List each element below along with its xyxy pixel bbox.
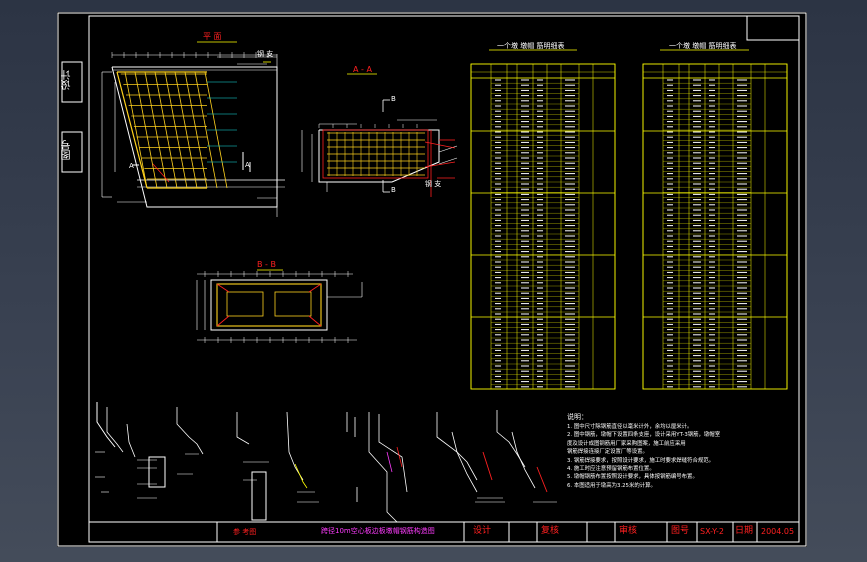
plan-section-mark-right: A (245, 161, 250, 169)
side-drawing-no-label: 图号 (62, 140, 73, 160)
rebar-line (216, 315, 230, 327)
review-label: 审核 (619, 526, 638, 536)
side-design-label: 设计 (62, 70, 73, 90)
section-aa-title: A - A (353, 65, 372, 74)
rebar-line (424, 161, 456, 168)
note-line: 1. 图中尺寸除钢筋直径以毫米计外，余均以厘米计。 (567, 424, 693, 430)
stirrup (216, 283, 322, 327)
design-label: 设计 (473, 526, 492, 536)
section-aa-pier-label: 钢 支 (425, 180, 442, 188)
note-line: 3. 钢筋焊接要求，按照设计要求，施工时要求焊缝符合规范。 (567, 457, 715, 464)
drawing-no-value: SX-Y-2 (700, 527, 725, 536)
rebar-line (164, 71, 188, 189)
note-line: 6. 本图适用于墩高为3.25米的计算。 (567, 482, 656, 489)
title-block-stamp: 参 考图 (233, 528, 257, 536)
drawing-no-label: 图号 (671, 526, 690, 536)
rebar-line (154, 71, 178, 189)
note-line: 度及设计成图钢筋用厂家采购图案，施工前应采用 (567, 440, 686, 447)
rebar-line (116, 71, 148, 189)
note-line: 钢筋焊接连接厂定设置厂等设置。 (567, 449, 648, 456)
note-line: 2. 图中钢筋，墩帽下设置四条支座，设计采用YT-3钢筋，墩帽室 (567, 432, 721, 439)
section-aa-mark-top: B (391, 95, 396, 103)
stirrup (274, 291, 312, 317)
rebar-details (95, 402, 557, 523)
note-line: 4. 施工时应注意预留钢筋布置位置。 (567, 466, 655, 473)
section-aa-mark-bottom: B (391, 186, 396, 194)
rebar-line (144, 71, 168, 189)
rebar-line (174, 71, 198, 189)
drawing-title: 跨径10m空心板边板墩帽钢筋构造图 (321, 527, 435, 535)
date-value: 2004.05 (761, 527, 795, 536)
table-left-title: 一个墩 墩帽 筋明细表 (497, 42, 565, 50)
rebar-line (424, 141, 456, 149)
plan-title: 平 面 (203, 32, 222, 41)
title-block-frame (88, 521, 800, 543)
rebar-line (184, 71, 208, 189)
stirrup (226, 291, 264, 317)
notes-block: 说明： 1. 图中尺寸除钢筋直径以毫米计外，余均以厘米计。 2. 图中钢筋，墩帽… (567, 414, 803, 489)
note-line: 5. 墩帽钢筋布置按照设计要求，具体按钢筋编号布置。 (567, 474, 698, 481)
section-bb-outline (210, 279, 328, 331)
rebar-line (308, 283, 322, 293)
rebar-line (308, 315, 322, 327)
section-aa-view (301, 73, 458, 197)
sheet-corner-box (746, 15, 800, 41)
plan-section-mark-top: A (129, 162, 134, 170)
plan-view (101, 41, 285, 217)
rebar-line (124, 71, 148, 189)
section-bb-view (196, 269, 363, 343)
drawing-sheet: 设计 图号 平 面 钢 支 A A A - A B B 钢 支 B - B 一个… (57, 12, 807, 547)
notes-heading: 说明： (567, 413, 588, 421)
date-label: 日期 (735, 526, 754, 536)
rebar-table-right (642, 63, 788, 390)
section-bb-title: B - B (257, 260, 276, 269)
check-label: 复核 (541, 526, 560, 536)
rebar-line (216, 283, 230, 293)
plan-pier-label: 钢 支 (257, 50, 274, 58)
rebar-table-left (470, 63, 616, 390)
table-right-title: 一个墩 墩帽 筋明细表 (669, 42, 737, 50)
